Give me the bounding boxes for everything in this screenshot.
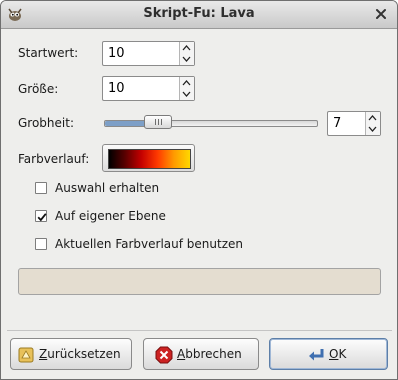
close-icon[interactable] bbox=[373, 6, 389, 22]
checkbox-label[interactable]: Aktuellen Farbverlauf benutzen bbox=[55, 237, 243, 251]
enter-arrow-icon bbox=[309, 349, 324, 361]
spin-up-icon[interactable] bbox=[368, 115, 377, 121]
grobheit-stepper[interactable] bbox=[365, 112, 380, 135]
groesse-spinbutton[interactable]: 10 bbox=[102, 76, 195, 101]
checkbox-box[interactable] bbox=[35, 238, 47, 250]
grobheit-slider-fill bbox=[105, 121, 150, 126]
spin-up-icon[interactable] bbox=[182, 45, 191, 51]
spin-down-icon[interactable] bbox=[182, 91, 191, 97]
grobheit-slider-track[interactable] bbox=[104, 120, 318, 127]
mnemonic: A bbox=[177, 347, 186, 361]
gradient-preview bbox=[108, 149, 191, 169]
button-separator bbox=[7, 330, 392, 331]
startwert-label: Startwert: bbox=[18, 46, 79, 60]
mnemonic: Z bbox=[39, 347, 48, 361]
label-rest: K bbox=[338, 347, 347, 361]
farbverlauf-label: Farbverlauf: bbox=[18, 152, 90, 166]
checkbox-box[interactable] bbox=[35, 210, 47, 222]
cancel-icon bbox=[155, 346, 173, 364]
checkmark-icon bbox=[37, 213, 47, 222]
grip-line bbox=[161, 119, 163, 125]
progress-bar bbox=[18, 268, 381, 295]
gradient-select-button[interactable] bbox=[102, 144, 195, 172]
spin-down-icon[interactable] bbox=[182, 56, 191, 62]
groesse-stepper[interactable] bbox=[179, 77, 194, 100]
ok-button-label: OK bbox=[329, 347, 346, 361]
cancel-button[interactable]: Abbrechen bbox=[143, 338, 259, 370]
checkbox-label[interactable]: Auswahl erhalten bbox=[55, 181, 159, 195]
groesse-value[interactable]: 10 bbox=[108, 81, 125, 96]
broom-icon bbox=[18, 347, 34, 363]
grobheit-slider-handle[interactable] bbox=[144, 115, 173, 129]
grip-line bbox=[158, 119, 160, 125]
startwert-value[interactable]: 10 bbox=[108, 46, 125, 61]
grobheit-spinbutton[interactable]: 7 bbox=[327, 111, 381, 136]
startwert-stepper[interactable] bbox=[179, 42, 194, 65]
dialog-window: Skript-Fu: Lava Startwert: 10 Größe: 10 … bbox=[0, 0, 398, 380]
checkbox-label[interactable]: Auf eigener Ebene bbox=[55, 209, 166, 223]
checkbox-box[interactable] bbox=[35, 182, 47, 194]
label-rest: bbrechen bbox=[185, 347, 242, 361]
groesse-label: Größe: bbox=[18, 82, 59, 96]
cancel-button-label: Abbrechen bbox=[177, 347, 242, 361]
spin-down-icon[interactable] bbox=[368, 126, 377, 132]
reset-button[interactable]: Zurücksetzen bbox=[10, 338, 132, 370]
title-bar[interactable]: Skript-Fu: Lava bbox=[1, 1, 397, 29]
grip-line bbox=[155, 119, 157, 125]
label-rest: urücksetzen bbox=[47, 347, 121, 361]
grobheit-value[interactable]: 7 bbox=[333, 116, 341, 131]
spin-up-icon[interactable] bbox=[182, 80, 191, 86]
grobheit-label: Grobheit: bbox=[18, 116, 74, 130]
reset-button-label: Zurücksetzen bbox=[39, 347, 121, 361]
startwert-spinbutton[interactable]: 10 bbox=[102, 41, 195, 66]
window-title: Skript-Fu: Lava bbox=[143, 6, 255, 21]
ok-button[interactable]: OK bbox=[269, 338, 388, 370]
